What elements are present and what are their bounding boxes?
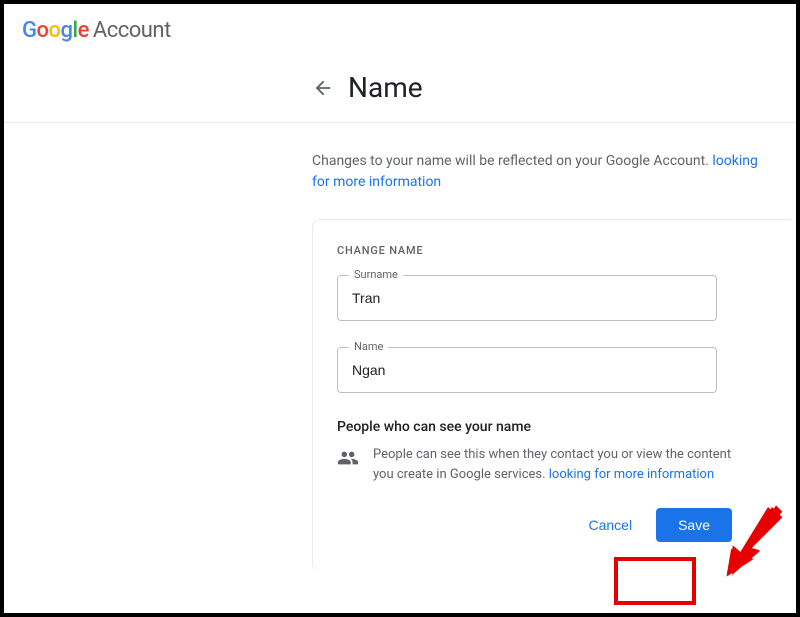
section-label: CHANGE NAME <box>337 244 772 257</box>
visibility-link[interactable]: looking for more information <box>549 467 714 482</box>
cancel-button[interactable]: Cancel <box>574 508 646 542</box>
change-name-card: CHANGE NAME Surname Name People who can … <box>312 219 796 572</box>
name-field: Name <box>337 347 772 393</box>
surname-label: Surname <box>349 268 403 281</box>
name-input[interactable] <box>337 347 717 393</box>
back-arrow-icon[interactable] <box>312 77 334 99</box>
surname-input[interactable] <box>337 275 717 321</box>
visibility-row: People can see this when they contact yo… <box>337 445 772 484</box>
content-area: Changes to your name will be reflected o… <box>4 123 796 572</box>
app-header: GoogleAccount <box>4 4 796 53</box>
surname-field: Surname <box>337 275 772 321</box>
name-label: Name <box>349 340 388 353</box>
title-row: Name <box>4 53 796 122</box>
window-frame: GoogleAccount Name Changes to your name … <box>0 0 800 617</box>
people-icon <box>337 447 359 469</box>
page-title: Name <box>348 71 423 104</box>
description-prefix: Changes to your name will be reflected o… <box>312 153 712 169</box>
save-button[interactable]: Save <box>656 508 732 542</box>
google-account-logo: GoogleAccount <box>22 18 171 43</box>
description-text: Changes to your name will be reflected o… <box>312 151 796 193</box>
actions-row: Cancel Save <box>337 508 772 542</box>
visibility-title: People who can see your name <box>337 419 772 435</box>
visibility-text: People can see this when they contact yo… <box>373 445 753 484</box>
